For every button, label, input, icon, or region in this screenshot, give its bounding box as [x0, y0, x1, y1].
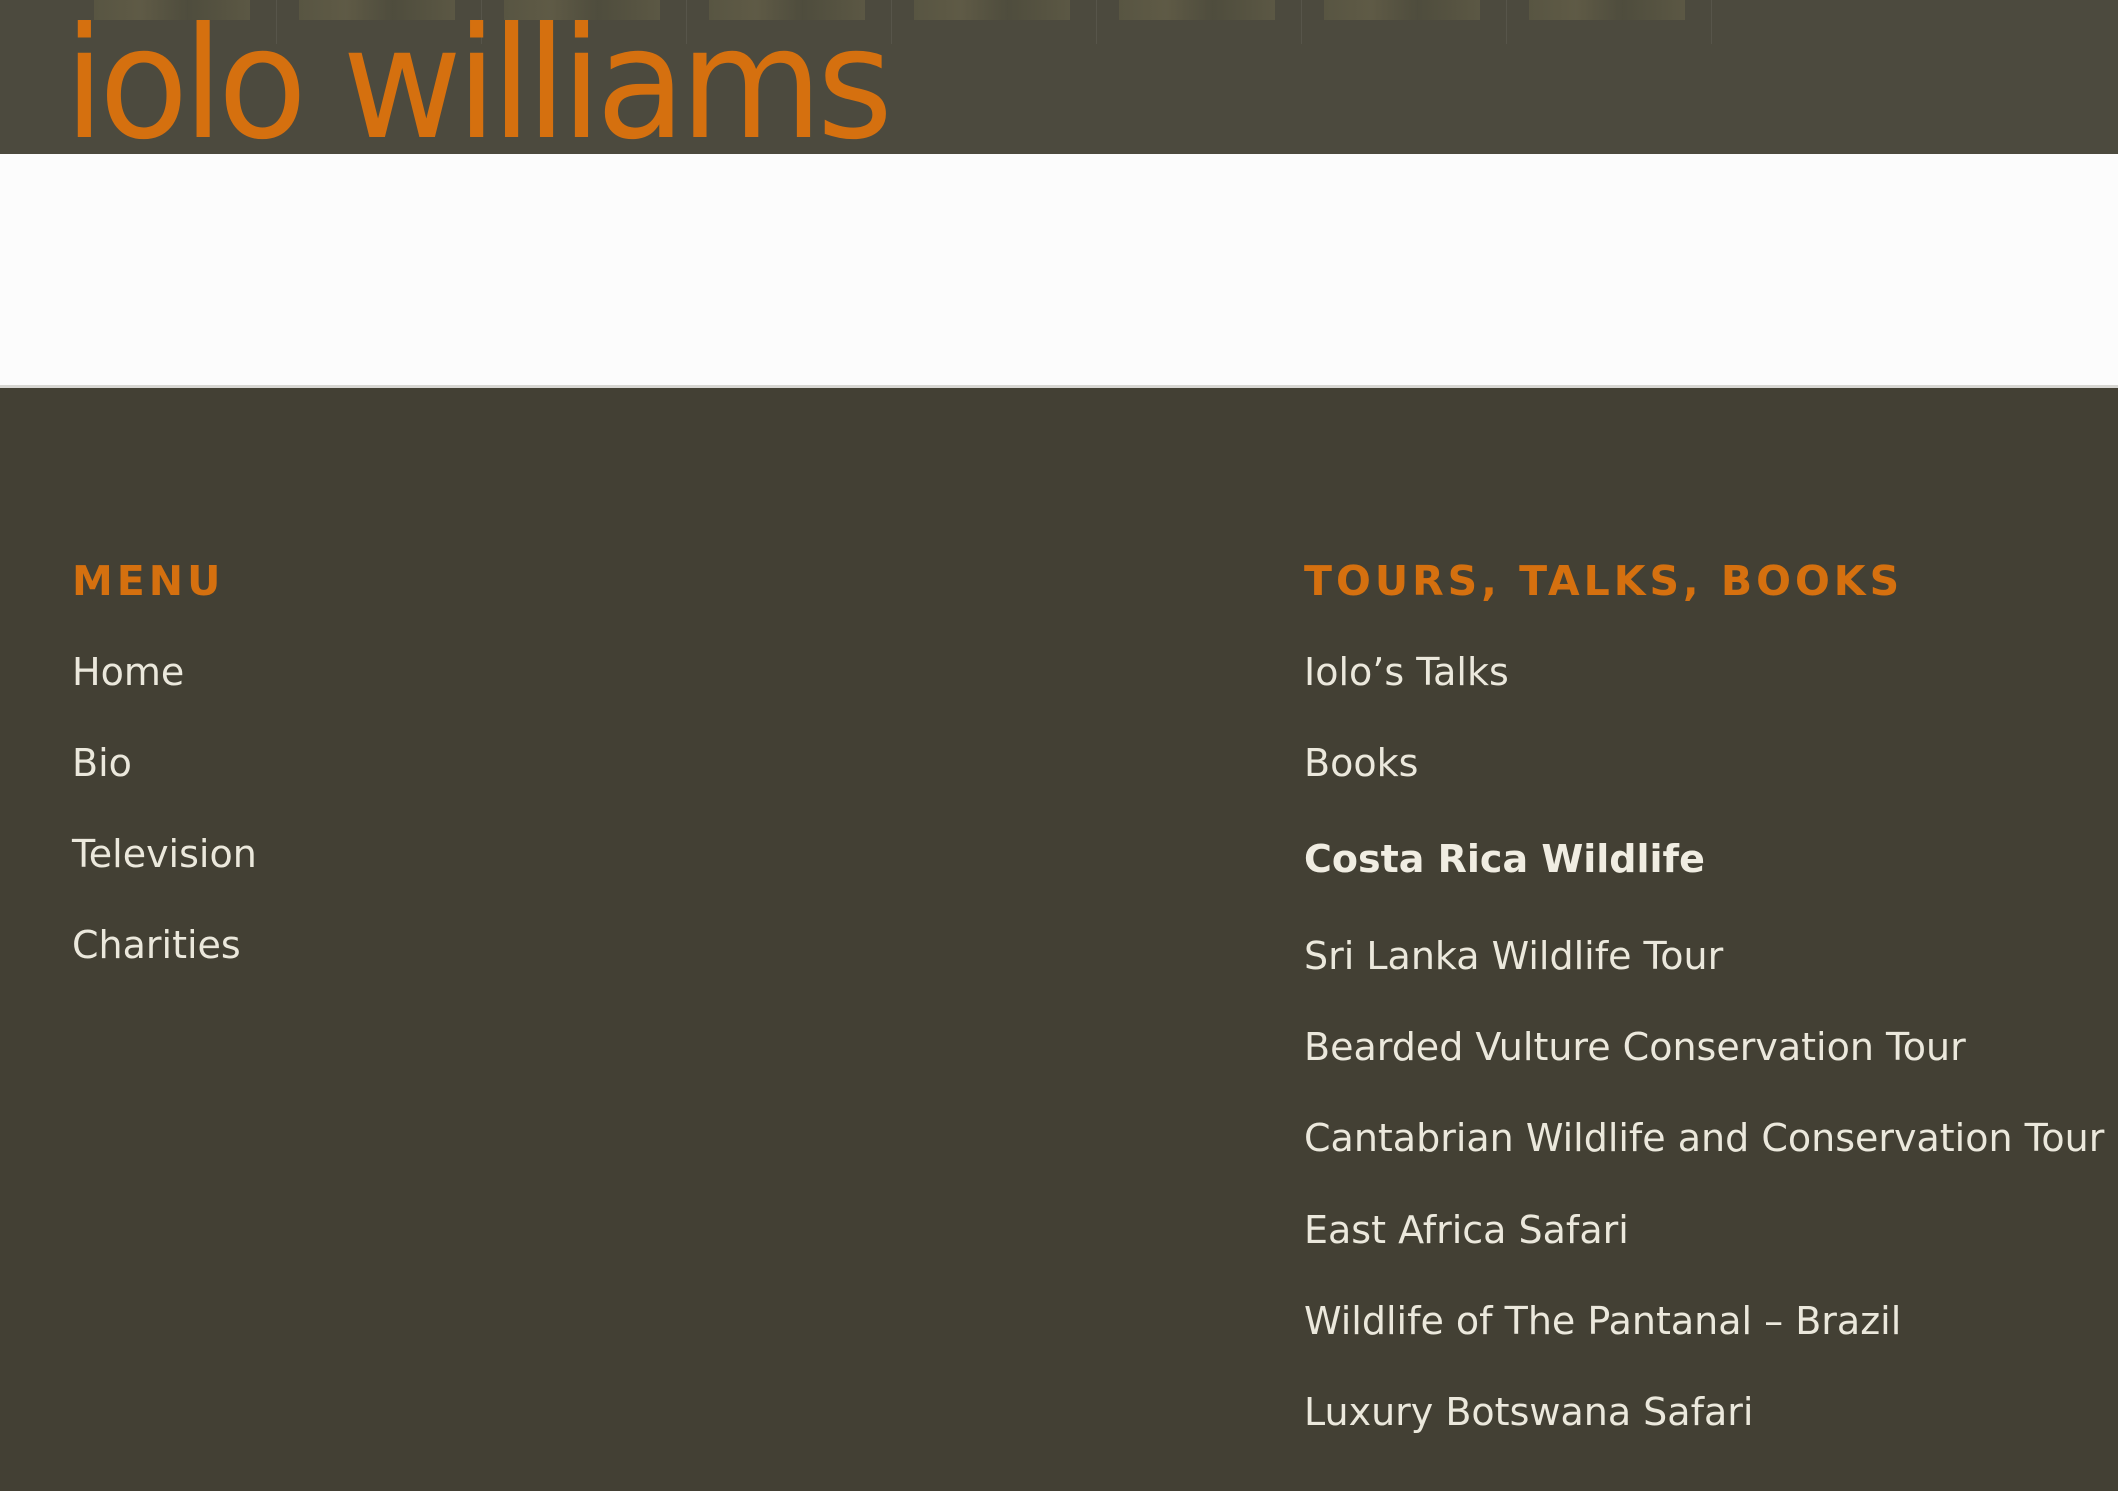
footer-link-botswana-safari[interactable]: Luxury Botswana Safari: [1304, 1390, 1753, 1434]
footer-tours-item: Costa Rica Wildlife: [1304, 840, 1705, 878]
footer-menu-heading: MENU: [72, 557, 225, 605]
footer-link-east-africa-safari[interactable]: East Africa Safari: [1304, 1208, 1629, 1252]
footer-link-home[interactable]: Home: [72, 650, 184, 694]
footer-tours-item: Sri Lanka Wildlife Tour: [1304, 937, 1723, 975]
gallery-thumbnail[interactable]: [1529, 0, 1685, 20]
gallery-thumbnail[interactable]: [1324, 0, 1480, 20]
gallery-thumbnail-cell[interactable]: [1097, 0, 1302, 44]
footer-menu-item: Charities: [72, 926, 241, 964]
footer-tours-item: Bearded Vulture Conservation Tour: [1304, 1028, 1966, 1066]
content-area: [0, 154, 2118, 388]
gallery-thumbnail-cell[interactable]: [892, 0, 1097, 44]
footer-tours-item: Cantabrian Wildlife and Conservation Tou…: [1304, 1119, 2104, 1157]
footer-link-bio[interactable]: Bio: [72, 741, 132, 785]
footer-link-iolos-talks[interactable]: Iolo’s Talks: [1304, 650, 1509, 694]
site-logo[interactable]: iolo williams: [64, 8, 893, 155]
footer-menu-item: Television: [72, 835, 257, 873]
gallery-thumbnail-cell[interactable]: [1507, 0, 1712, 44]
footer-tours-item: Luxury Botswana Safari: [1304, 1393, 1753, 1431]
footer-link-television[interactable]: Television: [72, 832, 257, 876]
footer-menu-item: Home: [72, 653, 184, 691]
footer-link-sri-lanka-wildlife-tour[interactable]: Sri Lanka Wildlife Tour: [1304, 934, 1723, 978]
site-footer: MENU Home Bio Television Charities TOURS…: [0, 388, 2118, 1491]
footer-tours-item: Books: [1304, 744, 1418, 782]
footer-menu-item: Bio: [72, 744, 132, 782]
footer-link-cantabrian-tour[interactable]: Cantabrian Wildlife and Conservation Tou…: [1304, 1116, 2104, 1160]
gallery-thumbnail[interactable]: [914, 0, 1070, 20]
gallery-thumbnail[interactable]: [1119, 0, 1275, 20]
footer-link-pantanal-brazil[interactable]: Wildlife of The Pantanal – Brazil: [1304, 1299, 1901, 1343]
footer-link-bearded-vulture-tour[interactable]: Bearded Vulture Conservation Tour: [1304, 1025, 1966, 1069]
footer-link-charities[interactable]: Charities: [72, 923, 241, 967]
footer-tours-heading: TOURS, TALKS, BOOKS: [1304, 557, 1904, 605]
site-header: iolo williams: [0, 0, 2118, 154]
gallery-thumbnail-cell[interactable]: [1302, 0, 1507, 44]
footer-tours-item: Wildlife of The Pantanal – Brazil: [1304, 1302, 1901, 1340]
footer-link-costa-rica-wildlife[interactable]: Costa Rica Wildlife: [1304, 837, 1705, 881]
footer-link-books[interactable]: Books: [1304, 741, 1418, 785]
footer-tours-item: East Africa Safari: [1304, 1211, 1629, 1249]
footer-tours-item: Iolo’s Talks: [1304, 653, 1509, 691]
